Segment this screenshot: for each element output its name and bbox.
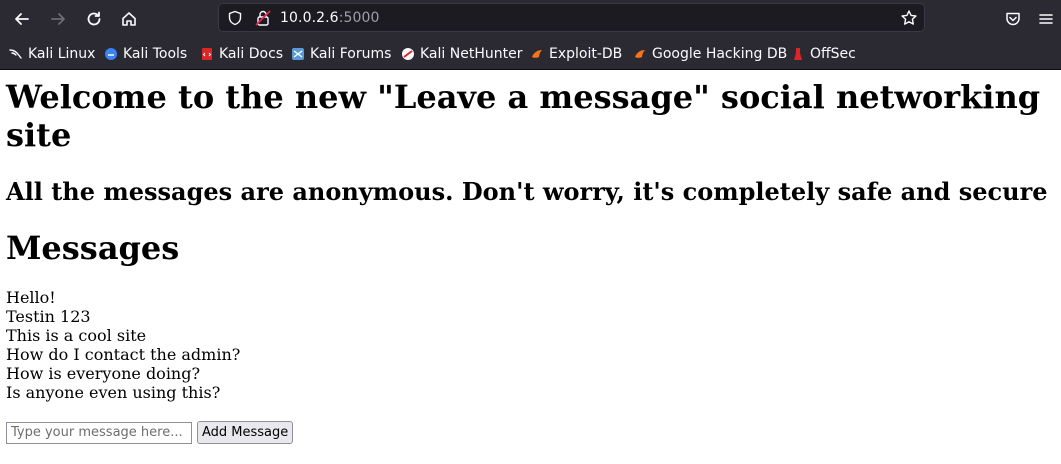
arrow-left-icon xyxy=(15,13,29,25)
kali-tools-icon xyxy=(105,48,117,60)
home-button[interactable] xyxy=(116,6,142,32)
menu-button[interactable] xyxy=(1033,6,1059,32)
offsec-icon xyxy=(794,48,802,60)
message-item: How do I contact the admin? xyxy=(6,345,241,364)
ghdb-icon xyxy=(635,50,645,58)
bookmark-label: Kali NetHunter xyxy=(420,46,523,62)
page-content: Welcome to the new "Leave a message" soc… xyxy=(0,70,1061,464)
bookmark-kali-forums[interactable]: Kali Forums xyxy=(291,45,391,63)
message-item: This is a cool site xyxy=(6,326,147,345)
message-item: Hello! xyxy=(6,288,56,307)
message-item: How is everyone doing? xyxy=(6,364,201,383)
kali-dragon-icon xyxy=(9,49,22,59)
add-message-button[interactable]: Add Message xyxy=(197,421,294,444)
bookmark-label: Kali Linux xyxy=(28,46,96,62)
bookmark-exploit-db[interactable]: Exploit-DB xyxy=(530,45,622,63)
bookmark-kali-linux[interactable]: Kali Linux xyxy=(9,45,95,63)
url-text[interactable]: 10.0.2.6:5000 xyxy=(280,10,380,26)
browser-chrome: 10.0.2.6:5000 Kali Linux Kali Tools Kali… xyxy=(0,0,1061,70)
arrow-right-icon xyxy=(51,13,65,25)
bookmark-google-hacking-db[interactable]: Google Hacking DB xyxy=(633,45,787,63)
page-subtitle: All the messages are anonymous. Don't wo… xyxy=(6,177,1048,206)
bookmark-label: Google Hacking DB xyxy=(652,46,788,62)
messages-heading: Messages xyxy=(6,229,180,267)
forward-button[interactable] xyxy=(45,6,71,32)
bookmark-label: Kali Docs xyxy=(219,46,284,62)
url-port: :5000 xyxy=(338,10,380,26)
bookmark-star-icon[interactable] xyxy=(900,9,918,27)
reload-icon xyxy=(87,11,101,26)
bookmark-kali-tools[interactable]: Kali Tools xyxy=(104,45,187,63)
bookmark-label: Exploit-DB xyxy=(549,46,623,62)
bookmark-label: Kali Tools xyxy=(123,46,188,62)
bookmarks-toolbar: Kali Linux Kali Tools Kali Docs Kali For… xyxy=(0,40,1061,68)
bookmark-kali-docs[interactable]: Kali Docs xyxy=(200,45,283,63)
hamburger-menu-icon xyxy=(1039,14,1053,24)
reload-button[interactable] xyxy=(81,6,107,32)
message-list: Hello! Testin 123 This is a cool site Ho… xyxy=(6,288,240,402)
bookmark-label: OffSec xyxy=(810,46,856,62)
bookmark-kali-nethunter[interactable]: Kali NetHunter xyxy=(401,45,522,63)
nethunter-icon xyxy=(402,48,414,60)
pocket-button[interactable] xyxy=(1000,6,1026,32)
pocket-icon xyxy=(1006,12,1020,26)
bookmark-label: Kali Forums xyxy=(310,46,392,62)
message-item: Testin 123 xyxy=(6,307,91,326)
insecure-lock-icon[interactable] xyxy=(254,9,272,27)
bookmark-offsec[interactable]: OffSec xyxy=(791,45,856,63)
back-button[interactable] xyxy=(9,6,35,32)
shield-icon[interactable] xyxy=(227,10,243,26)
message-form: Add Message xyxy=(6,421,294,444)
message-item: Is anyone even using this? xyxy=(6,383,221,402)
url-host: 10.0.2.6 xyxy=(280,10,339,26)
kali-forums-icon xyxy=(292,48,304,60)
home-icon xyxy=(122,12,136,26)
exploit-db-icon xyxy=(532,50,542,58)
address-bar[interactable]: 10.0.2.6:5000 xyxy=(218,3,925,32)
kali-docs-icon xyxy=(202,48,212,60)
page-title: Welcome to the new "Leave a message" soc… xyxy=(6,78,1041,154)
message-input[interactable] xyxy=(6,421,192,444)
